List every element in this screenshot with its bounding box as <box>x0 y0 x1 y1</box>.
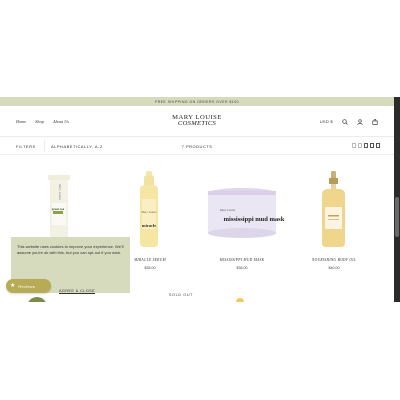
currency-selector[interactable]: USD $ <box>320 119 333 124</box>
outer-top-band <box>0 0 400 97</box>
product-image-mud-mask[interactable]: Mary Louise mississippi mud mask <box>196 163 288 247</box>
cookie-text: This website uses cookies to improve you… <box>17 244 124 255</box>
product-label-brand: Mary Louise <box>140 210 157 214</box>
product-price: $38.00 <box>236 266 248 270</box>
product-title[interactable]: MISSISSIPPI MUD MASK <box>196 258 288 262</box>
product-image-green-tea-tube[interactable]: Mary Louise green tea <box>14 163 106 247</box>
site-header: Home Shop About Us MARY LOUISE COSMETICS… <box>0 106 394 137</box>
store-page: Free shipping on orders over $100 Home S… <box>0 97 394 302</box>
search-icon[interactable] <box>341 118 348 125</box>
product-label-name: miracle <box>142 223 156 228</box>
reviews-badge[interactable]: ★ Reviews <box>6 279 51 293</box>
product-label-name: green tea <box>52 207 65 211</box>
page-scrollbar[interactable] <box>394 97 400 302</box>
grid-5-icon[interactable] <box>376 143 380 148</box>
product-count: 7 PRODUCTS <box>181 144 213 149</box>
grid-2b-icon[interactable] <box>358 143 362 148</box>
filter-bar: FILTERS ALPHABETICALLY, A-Z 7 PRODUCTS <box>0 137 394 155</box>
star-icon: ★ <box>10 283 16 289</box>
cart-icon[interactable] <box>371 118 378 125</box>
product-card[interactable]: NOURISHING BODY OIL $40.00 <box>288 163 380 273</box>
cookie-actions: AGREE & CLOSE <box>59 279 95 297</box>
product-image-body-oil[interactable] <box>288 163 380 247</box>
product-label-brand: Mary Louise <box>58 183 62 201</box>
agree-close-button[interactable]: AGREE & CLOSE <box>59 289 95 293</box>
outer-bottom-band <box>0 302 400 400</box>
announcement-bar: Free shipping on orders over $100 <box>0 97 394 106</box>
product-price: $40.00 <box>328 266 340 270</box>
sold-out-label: SOLD OUT <box>168 293 194 297</box>
account-icon[interactable] <box>356 118 363 125</box>
product-card[interactable]: Mary Louise mississippi mud mask MISSISS… <box>196 163 288 273</box>
grid-3-icon[interactable] <box>364 143 368 148</box>
announcement-text: Free shipping on orders over $100 <box>155 99 239 104</box>
grid-4-icon[interactable] <box>370 143 374 148</box>
scrollbar-thumb[interactable] <box>395 197 399 237</box>
product-image-miracle-serum[interactable]: Mary Louise miracle <box>104 163 196 247</box>
product-title[interactable]: NOURISHING BODY OIL <box>288 258 380 262</box>
reviews-label: Reviews <box>18 283 35 289</box>
product-label-name: mississippi mud mask <box>224 216 285 223</box>
grid-view-toggle[interactable] <box>352 143 380 148</box>
product-label-brand: Mary Louise <box>219 208 236 212</box>
header-actions: USD $ <box>320 118 378 125</box>
grid-2-icon[interactable] <box>352 143 356 148</box>
